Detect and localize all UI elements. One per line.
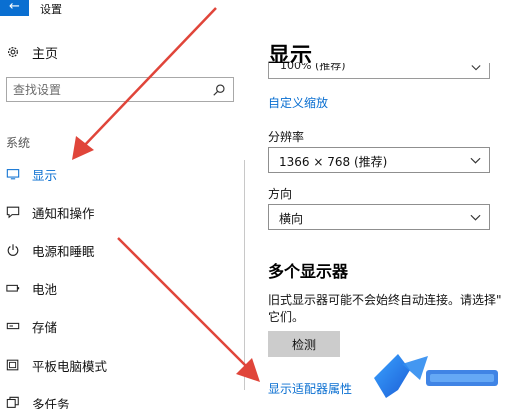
chevron-down-icon (470, 214, 481, 221)
sidebar-item-notifications[interactable]: 通知和操作 (6, 201, 95, 223)
description-line: 旧式显示器可能不会始终自动连接。请选择" (268, 293, 502, 307)
description-line: 它们。 (268, 310, 305, 324)
sidebar-item-multitasking[interactable]: 多任务 (6, 392, 70, 409)
scale-dropdown-value: 100% (推荐) (280, 63, 346, 72)
scale-dropdown[interactable]: 100% (推荐) (268, 63, 490, 79)
orientation-label: 方向 (268, 187, 293, 201)
window-title: 设置 (40, 3, 62, 16)
sidebar-item-label: 存储 (32, 319, 58, 335)
sidebar-item-label: 多任务 (32, 396, 70, 409)
sidebar-item-label: 主页 (32, 46, 59, 62)
sidebar-item-label: 电源和睡眠 (32, 243, 95, 259)
sidebar-item-home[interactable]: 主页 (6, 42, 58, 62)
sidebar-section-label: 系统 (6, 136, 31, 150)
resolution-dropdown-value: 1366 × 768 (推荐) (279, 155, 388, 169)
chevron-down-icon (471, 65, 481, 71)
search-icon[interactable] (212, 83, 226, 97)
pane-divider (244, 160, 245, 390)
multitasking-icon (6, 396, 19, 408)
multiple-displays-description: 旧式显示器可能不会始终自动连接。请选择" 它们。 (268, 292, 504, 326)
search-input[interactable] (13, 81, 203, 98)
gear-icon (8, 47, 18, 57)
sidebar-item-power-sleep[interactable]: 电源和睡眠 (6, 239, 95, 261)
storage-icon (6, 322, 20, 330)
back-button[interactable]: ← (0, 0, 29, 16)
sidebar-item-tablet-mode[interactable]: 平板电脑模式 (6, 354, 107, 376)
search-box[interactable] (6, 77, 234, 102)
sidebar-item-label: 电池 (32, 281, 58, 297)
display-adapter-properties-link[interactable]: 显示适配器属性 (268, 380, 352, 397)
resolution-dropdown[interactable]: 1366 × 768 (推荐) (268, 147, 490, 173)
title-bar: ← 设置 (0, 0, 505, 16)
notification-icon (6, 206, 20, 219)
monitor-icon (6, 169, 20, 180)
sidebar-item-label: 通知和操作 (32, 205, 95, 221)
detect-button[interactable]: 检测 (268, 331, 340, 357)
power-icon (7, 244, 19, 256)
chevron-down-icon (470, 157, 481, 164)
sidebar-item-battery[interactable]: 电池 (6, 277, 57, 299)
sidebar-item-storage[interactable]: 存储 (6, 315, 57, 337)
annotation-arrow (117, 237, 260, 382)
watermark-logo (374, 354, 498, 398)
orientation-dropdown-value: 横向 (279, 212, 304, 226)
sidebar-item-display[interactable]: 显示 (6, 163, 57, 185)
battery-icon (6, 284, 20, 292)
sidebar-item-label: 平板电脑模式 (32, 358, 108, 374)
custom-scaling-link[interactable]: 自定义缩放 (268, 94, 328, 111)
sidebar-item-label: 显示 (32, 167, 58, 183)
tablet-mode-icon (6, 359, 19, 371)
multiple-displays-heading: 多个显示器 (268, 262, 349, 281)
resolution-label: 分辨率 (268, 130, 305, 144)
back-arrow-icon: ← (9, 0, 20, 14)
orientation-dropdown[interactable]: 横向 (268, 204, 490, 230)
